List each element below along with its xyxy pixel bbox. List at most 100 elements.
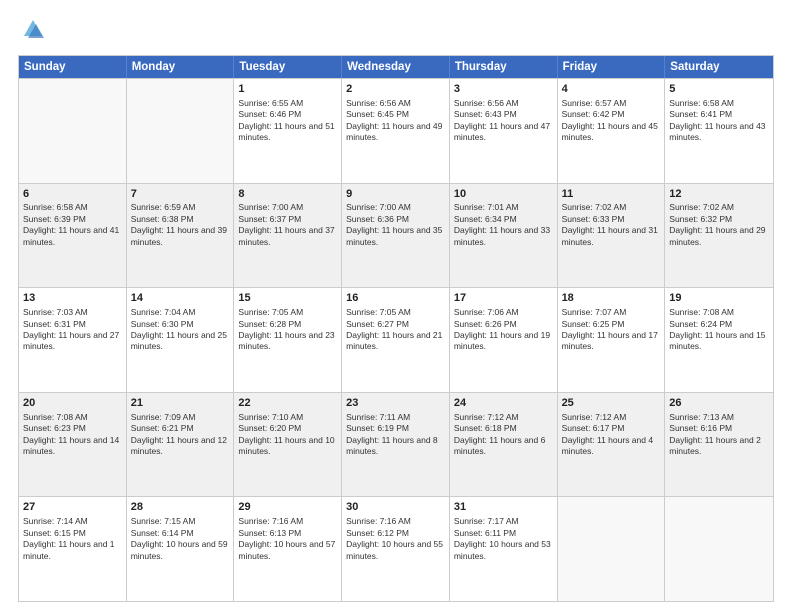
cell-text-line: Sunrise: 7:02 AM [562, 202, 661, 213]
cell-text-line: Daylight: 11 hours and 31 minutes. [562, 225, 661, 248]
cell-text-line: Daylight: 11 hours and 51 minutes. [238, 121, 337, 144]
day-number: 6 [23, 187, 122, 202]
cell-text-line: Sunrise: 6:55 AM [238, 98, 337, 109]
week-row-3: 13Sunrise: 7:03 AMSunset: 6:31 PM Dayligh… [19, 287, 773, 392]
cell-text-line: Sunrise: 7:08 AM [23, 412, 122, 423]
logo [18, 18, 44, 45]
day-cell-17: 17Sunrise: 7:06 AMSunset: 6:26 PMDayligh… [450, 288, 558, 392]
day-number: 26 [669, 396, 769, 411]
day-number: 20 [23, 396, 122, 411]
cell-text-line: Sunrise: 7:16 AM [346, 516, 445, 527]
cell-text-line: Sunrise: 7:08 AM [669, 307, 769, 318]
day-cell-14: 14Sunrise: 7:04 AMSunset: 6:30 PMDayligh… [127, 288, 235, 392]
day-cell-4: 4Sunrise: 6:57 AMSunset: 6:42 PMDaylight… [558, 79, 666, 183]
cell-text-line: Sunset: 6:34 PM [454, 214, 553, 225]
cell-text-line: Sunrise: 7:01 AM [454, 202, 553, 213]
cell-text-line: Sunset: 6:20 PM [238, 423, 337, 434]
cell-text-line: Sunset: 6:41 PM [669, 109, 769, 120]
cell-text-line: Daylight: 11 hours and 37 minutes. [238, 225, 337, 248]
cell-text-line: Sunrise: 7:11 AM [346, 412, 445, 423]
day-number: 8 [238, 187, 337, 202]
cell-text-line: Sunset: 6:17 PM [562, 423, 661, 434]
day-cell-27: 27Sunrise: 7:14 AMSunset: 6:15 PMDayligh… [19, 497, 127, 601]
cell-text-line: Daylight: 11 hours and 2 minutes. [669, 435, 769, 458]
cell-text-line: Sunrise: 7:12 AM [562, 412, 661, 423]
cell-text-line: Daylight: 10 hours and 53 minutes. [454, 539, 553, 562]
cell-text-line: Sunrise: 7:09 AM [131, 412, 230, 423]
cell-text-line: Sunrise: 7:00 AM [346, 202, 445, 213]
cell-text-line: Sunset: 6:42 PM [562, 109, 661, 120]
day-cell-7: 7Sunrise: 6:59 AMSunset: 6:38 PMDaylight… [127, 184, 235, 288]
day-number: 18 [562, 291, 661, 306]
cell-text-line: Sunset: 6:39 PM [23, 214, 122, 225]
cell-text-line: Sunrise: 7:14 AM [23, 516, 122, 527]
day-header-thursday: Thursday [450, 56, 558, 78]
cell-text-line: Sunrise: 7:17 AM [454, 516, 553, 527]
day-number: 24 [454, 396, 553, 411]
day-header-tuesday: Tuesday [234, 56, 342, 78]
cell-text-line: Sunrise: 7:16 AM [238, 516, 337, 527]
cell-text-line: Daylight: 11 hours and 33 minutes. [454, 225, 553, 248]
cell-text-line: Sunrise: 7:12 AM [454, 412, 553, 423]
cell-text-line: Sunset: 6:16 PM [669, 423, 769, 434]
day-number: 17 [454, 291, 553, 306]
cell-text-line: Daylight: 11 hours and 12 minutes. [131, 435, 230, 458]
day-cell-13: 13Sunrise: 7:03 AMSunset: 6:31 PMDayligh… [19, 288, 127, 392]
day-number: 23 [346, 396, 445, 411]
cell-text-line: Sunset: 6:14 PM [131, 528, 230, 539]
page: SundayMondayTuesdayWednesdayThursdayFrid… [0, 0, 792, 612]
day-number: 4 [562, 82, 661, 97]
day-number: 13 [23, 291, 122, 306]
day-cell-6: 6Sunrise: 6:58 AMSunset: 6:39 PMDaylight… [19, 184, 127, 288]
cell-text-line: Sunset: 6:27 PM [346, 319, 445, 330]
day-cell-2: 2Sunrise: 6:56 AMSunset: 6:45 PMDaylight… [342, 79, 450, 183]
day-cell-25: 25Sunrise: 7:12 AMSunset: 6:17 PMDayligh… [558, 393, 666, 497]
cell-text-line: Sunrise: 6:56 AM [454, 98, 553, 109]
cell-text-line: Daylight: 10 hours and 55 minutes. [346, 539, 445, 562]
cell-text-line: Sunrise: 6:56 AM [346, 98, 445, 109]
day-cell-24: 24Sunrise: 7:12 AMSunset: 6:18 PMDayligh… [450, 393, 558, 497]
day-number: 28 [131, 500, 230, 515]
cell-text-line: Sunset: 6:38 PM [131, 214, 230, 225]
day-cell-19: 19Sunrise: 7:08 AMSunset: 6:24 PMDayligh… [665, 288, 773, 392]
cell-text-line: Sunrise: 7:03 AM [23, 307, 122, 318]
cell-text-line: Sunrise: 7:07 AM [562, 307, 661, 318]
day-number: 3 [454, 82, 553, 97]
empty-cell [558, 497, 666, 601]
cell-text-line: Sunrise: 7:04 AM [131, 307, 230, 318]
day-cell-26: 26Sunrise: 7:13 AMSunset: 6:16 PMDayligh… [665, 393, 773, 497]
day-cell-22: 22Sunrise: 7:10 AMSunset: 6:20 PMDayligh… [234, 393, 342, 497]
cell-text-line: Daylight: 11 hours and 15 minutes. [669, 330, 769, 353]
cell-text-line: Daylight: 11 hours and 14 minutes. [23, 435, 122, 458]
cell-text-line: Sunset: 6:33 PM [562, 214, 661, 225]
cell-text-line: Sunset: 6:15 PM [23, 528, 122, 539]
day-cell-28: 28Sunrise: 7:15 AMSunset: 6:14 PMDayligh… [127, 497, 235, 601]
cell-text-line: Sunset: 6:11 PM [454, 528, 553, 539]
cell-text-line: Daylight: 10 hours and 59 minutes. [131, 539, 230, 562]
day-number: 14 [131, 291, 230, 306]
cell-text-line: Sunset: 6:31 PM [23, 319, 122, 330]
cell-text-line: Daylight: 11 hours and 10 minutes. [238, 435, 337, 458]
day-cell-20: 20Sunrise: 7:08 AMSunset: 6:23 PMDayligh… [19, 393, 127, 497]
cell-text-line: Sunset: 6:21 PM [131, 423, 230, 434]
day-cell-31: 31Sunrise: 7:17 AMSunset: 6:11 PMDayligh… [450, 497, 558, 601]
logo-icon [22, 18, 44, 45]
day-cell-16: 16Sunrise: 7:05 AMSunset: 6:27 PMDayligh… [342, 288, 450, 392]
cell-text-line: Sunset: 6:45 PM [346, 109, 445, 120]
cell-text-line: Daylight: 11 hours and 19 minutes. [454, 330, 553, 353]
calendar-body: 1Sunrise: 6:55 AMSunset: 6:46 PMDaylight… [19, 78, 773, 601]
calendar: SundayMondayTuesdayWednesdayThursdayFrid… [18, 55, 774, 602]
calendar-header: SundayMondayTuesdayWednesdayThursdayFrid… [19, 56, 773, 78]
cell-text-line: Sunrise: 7:02 AM [669, 202, 769, 213]
day-number: 5 [669, 82, 769, 97]
day-number: 31 [454, 500, 553, 515]
day-cell-10: 10Sunrise: 7:01 AMSunset: 6:34 PMDayligh… [450, 184, 558, 288]
day-header-sunday: Sunday [19, 56, 127, 78]
cell-text-line: Daylight: 10 hours and 57 minutes. [238, 539, 337, 562]
cell-text-line: Daylight: 11 hours and 43 minutes. [669, 121, 769, 144]
day-cell-18: 18Sunrise: 7:07 AMSunset: 6:25 PMDayligh… [558, 288, 666, 392]
day-cell-1: 1Sunrise: 6:55 AMSunset: 6:46 PMDaylight… [234, 79, 342, 183]
cell-text-line: Sunset: 6:19 PM [346, 423, 445, 434]
day-header-wednesday: Wednesday [342, 56, 450, 78]
week-row-2: 6Sunrise: 6:58 AMSunset: 6:39 PMDaylight… [19, 183, 773, 288]
